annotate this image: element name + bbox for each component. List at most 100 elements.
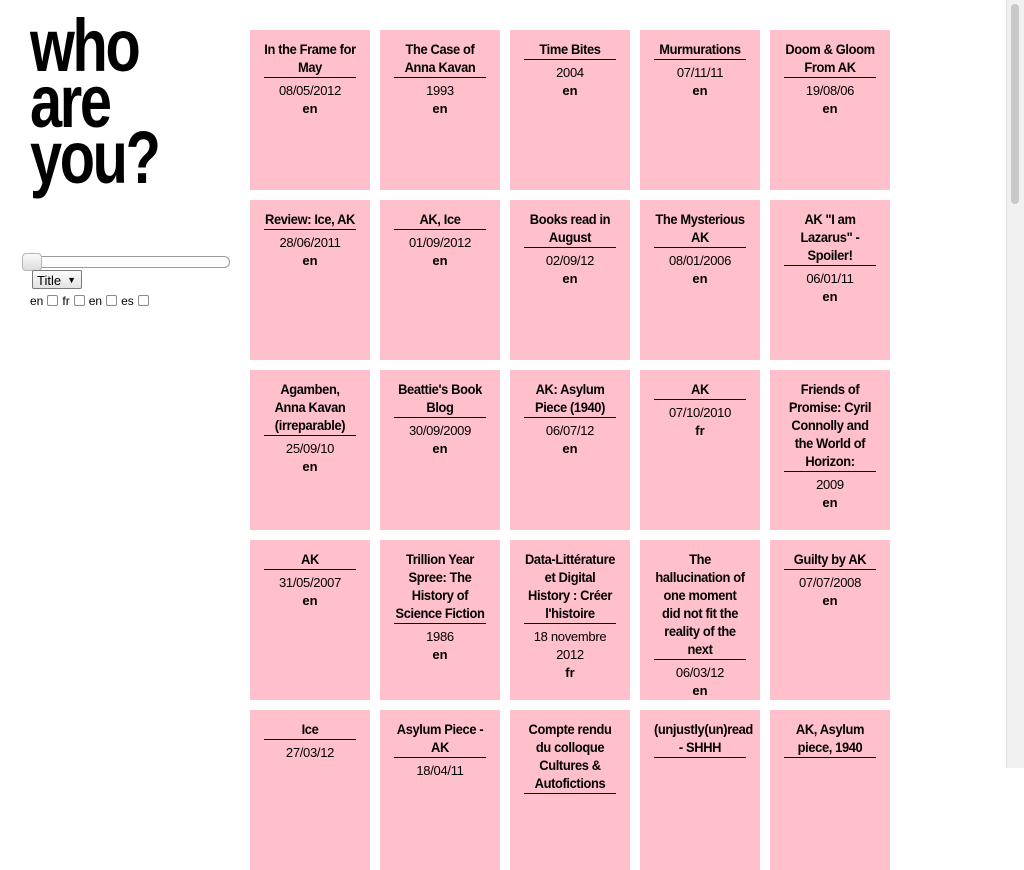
card-language: en [302,101,318,116]
card-language: en [822,495,838,510]
card-title: Doom & Gloom From AK [784,40,876,78]
card-title: (unjustly(un)read - SHHH [654,720,753,758]
card-date: 27/03/12 [285,745,335,760]
document-card[interactable]: Friends of Promise: Cyril Connolly and t… [770,370,890,530]
card-title: Review: Ice, AK [264,210,356,230]
card-date: 02/09/12 [545,253,595,268]
document-card[interactable]: AK 31/05/2007 en [250,540,370,700]
card-title: Time Bites [524,40,616,60]
language-filter-fr: fr [62,294,85,308]
document-card[interactable]: Review: Ice, AK 28/06/2011 en [250,200,370,360]
document-card[interactable]: The Case of Anna Kavan 1993 en [380,30,500,190]
card-language: en [822,101,838,116]
language-label: es [121,294,134,308]
document-card[interactable]: AK: Asylum Piece (1940) 06/07/12 en [510,370,630,530]
document-card[interactable]: The Mysterious AK 08/01/2006 en [640,200,760,360]
card-title: Asylum Piece - AK [394,720,486,758]
document-card[interactable]: AK, Ice 01/09/2012 en [380,200,500,360]
card-title: Agamben, Anna Kavan (irreparable) [264,380,356,436]
card-title: Books read in August [524,210,616,248]
language-label: en [30,294,44,308]
document-card[interactable]: Beattie's Book Blog 30/09/2009 en [380,370,500,530]
document-card[interactable]: Ice 27/03/12 [250,710,370,870]
document-card[interactable]: Asylum Piece - AK 18/04/11 [380,710,500,870]
document-card[interactable]: Agamben, Anna Kavan (irreparable) 25/09/1… [250,370,370,530]
language-checkbox[interactable] [47,294,59,306]
document-card[interactable]: AK, Asylum piece, 1940 [770,710,890,870]
card-title: The hallucination of one moment did not … [654,550,746,660]
card-title: The Case of Anna Kavan [394,40,486,78]
document-card[interactable]: Time Bites 2004 en [510,30,630,190]
card-language: en [692,83,708,98]
card-language: fr [695,423,705,438]
chevron-down-icon: ▼ [67,275,76,285]
card-title: AK, Asylum piece, 1940 [784,720,876,758]
card-title: AK "I am Lazarus" - Spoiler! [784,210,876,266]
card-date: 18/04/11 [416,763,464,778]
card-language: en [562,441,578,456]
card-date: 06/01/11 [806,271,854,286]
slider-track[interactable] [22,256,230,268]
card-language: en [432,647,448,662]
document-card[interactable]: Books read in August 02/09/12 en [510,200,630,360]
card-language: en [302,459,318,474]
card-title: AK [264,550,356,570]
card-date: 1986 [426,629,454,644]
document-card[interactable]: Doom & Gloom From AK 19/08/06 en [770,30,890,190]
card-language: en [562,83,578,98]
document-card[interactable]: Guilty by AK 07/07/2008 en [770,540,890,700]
card-language: en [822,593,838,608]
site-logo[interactable]: who are you? [30,9,161,195]
sort-select[interactable]: Title ▼ [32,270,82,289]
card-title: Guilty by AK [784,550,876,570]
card-title: Data-Littérature et Digital History : Cr… [524,550,616,624]
language-filter-es: es [121,294,149,308]
document-card[interactable]: Compte rendu du colloque Cultures & Auto… [510,710,630,870]
card-language: en [302,593,318,608]
card-date: 19/08/06 [805,83,855,98]
card-language: en [432,253,448,268]
card-title: AK [654,380,746,400]
card-title: Ice [264,720,356,740]
document-card[interactable]: Data-Littérature et Digital History : Cr… [510,540,630,700]
card-date: 08/05/2012 [278,83,342,98]
language-label: fr [62,294,70,308]
scrollbar-thumb[interactable] [1011,4,1019,204]
card-date: 2009 [816,477,844,492]
card-language: en [692,271,708,286]
card-date: 07/07/2008 [798,575,862,590]
card-language: en [692,683,708,698]
card-language: en [432,101,448,116]
document-card[interactable]: The hallucination of one moment did not … [640,540,760,700]
document-card[interactable]: Murmurations 07/11/11 en [640,30,760,190]
card-date: 31/05/2007 [278,575,342,590]
card-title: The Mysterious AK [654,210,746,248]
sort-select-value: Title [37,273,62,288]
language-checkbox[interactable] [73,294,85,306]
language-label: en [88,294,103,308]
card-title: Murmurations [654,40,746,60]
card-title: Trillion Year Spree: The History of Scie… [394,550,486,624]
document-card[interactable]: (unjustly(un)read - SHHH [640,710,760,870]
card-language: en [822,289,838,304]
vertical-scrollbar[interactable] [1006,0,1024,768]
range-slider[interactable] [22,253,230,271]
document-card[interactable]: Trillion Year Spree: The History of Scie… [380,540,500,700]
language-filters: en fr en es [30,294,153,308]
card-language: en [562,271,578,286]
language-checkbox[interactable] [137,294,149,306]
document-card[interactable]: AK 07/10/2010 fr [640,370,760,530]
document-card[interactable]: AK "I am Lazarus" - Spoiler! 06/01/11 en [770,200,890,360]
slider-handle[interactable] [22,253,42,271]
card-date: 28/06/2011 [279,235,341,250]
card-language: fr [565,665,575,680]
card-date: 06/03/12 [675,665,725,680]
card-title: AK: Asylum Piece (1940) [524,380,616,418]
card-date: 07/11/11 [676,65,724,80]
document-card[interactable]: In the Frame for May 08/05/2012 en [250,30,370,190]
card-date: 07/10/2010 [668,405,732,420]
card-title: In the Frame for May [264,40,356,78]
card-title: Beattie's Book Blog [394,380,486,418]
language-filter-en-2: en [88,294,118,308]
language-checkbox[interactable] [106,294,118,306]
